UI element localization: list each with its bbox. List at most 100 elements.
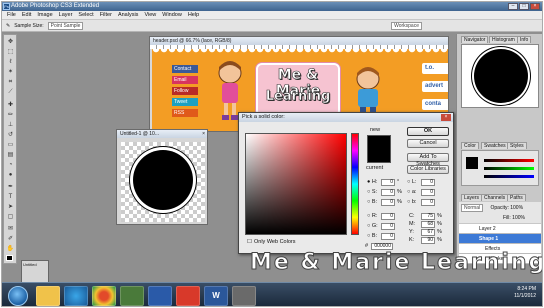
- magic-wand-tool-icon[interactable]: ✶: [6, 68, 15, 76]
- red-field[interactable]: 0: [381, 213, 395, 220]
- menu-analysis[interactable]: Analysis: [115, 12, 141, 18]
- slice-tool-icon[interactable]: ⟋: [6, 88, 15, 96]
- menu-select[interactable]: Select: [75, 12, 96, 18]
- type-tool-icon[interactable]: T: [6, 193, 15, 201]
- minimize-button[interactable]: –: [508, 3, 518, 10]
- maximize-button[interactable]: □: [519, 3, 529, 10]
- hue-slider[interactable]: [351, 133, 359, 235]
- blue-slider[interactable]: [484, 175, 534, 178]
- explorer-taskbar-icon[interactable]: [36, 286, 60, 306]
- untitled-titlebar[interactable]: Untitled-1 @ 10... ×: [117, 130, 207, 138]
- green-field[interactable]: 0: [381, 223, 395, 230]
- hex-field[interactable]: 000000: [371, 243, 393, 250]
- close-button[interactable]: ×: [530, 3, 540, 10]
- pen-tool-icon[interactable]: ✒: [6, 183, 15, 191]
- hand-tool-icon[interactable]: ✋: [6, 245, 15, 253]
- start-button[interactable]: [8, 286, 28, 306]
- foreground-color-swatch[interactable]: [6, 255, 13, 261]
- right-panels: Navigator Histogram Info Color Swatches …: [456, 34, 542, 264]
- tab-channels[interactable]: Channels: [481, 194, 509, 201]
- lasso-tool-icon[interactable]: ℓ: [6, 58, 15, 66]
- history-brush-tool-icon[interactable]: ↺: [6, 131, 15, 139]
- healing-brush-tool-icon[interactable]: ✚: [6, 101, 15, 109]
- marquee-tool-icon[interactable]: ⬚: [6, 48, 15, 56]
- notes-tool-icon[interactable]: ✉: [6, 225, 15, 233]
- menu-view[interactable]: View: [141, 12, 159, 18]
- path-selection-tool-icon[interactable]: ➤: [6, 203, 15, 211]
- tab-navigator[interactable]: Navigator: [461, 36, 489, 43]
- red-slider[interactable]: [484, 159, 534, 162]
- tab-color[interactable]: Color: [461, 142, 479, 149]
- cancel-button[interactable]: Cancel: [407, 139, 449, 148]
- black-field[interactable]: 90: [421, 237, 435, 244]
- magenta-field[interactable]: 68: [421, 221, 435, 228]
- dialog-close-icon[interactable]: ×: [441, 114, 451, 121]
- tab-histogram[interactable]: Histogram: [489, 36, 518, 43]
- yellow-field[interactable]: 67: [421, 229, 435, 236]
- green-slider[interactable]: [484, 167, 534, 170]
- lab-l-field[interactable]: 0: [421, 179, 435, 186]
- calculator-taskbar-icon[interactable]: [232, 286, 256, 306]
- menu-window[interactable]: Window: [159, 12, 185, 18]
- document-title[interactable]: header.psd @ 66.7% (lace, RGB/8): [150, 37, 448, 45]
- opacity-value[interactable]: 100%: [510, 205, 523, 211]
- menu-help[interactable]: Help: [185, 12, 202, 18]
- word-taskbar-icon[interactable]: W: [204, 286, 228, 306]
- layer-row[interactable]: Layer 2: [459, 224, 541, 234]
- color-panel-swatch[interactable]: [466, 157, 478, 169]
- tab-layers[interactable]: Layers: [461, 194, 483, 201]
- hue-field[interactable]: 0: [381, 179, 395, 186]
- sample-size-select[interactable]: Point Sample: [47, 21, 84, 30]
- nav-item-top: t.o.: [422, 63, 448, 74]
- eyedropper-tool-icon[interactable]: ✎: [6, 23, 10, 29]
- clone-stamp-tool-icon[interactable]: ⊥: [6, 121, 15, 129]
- menu-filter[interactable]: Filter: [97, 12, 115, 18]
- lab-a-field[interactable]: 0: [421, 189, 435, 196]
- add-to-swatches-button[interactable]: Add To Swatches: [407, 153, 449, 167]
- social-item-tweet: Tweet: [172, 98, 198, 106]
- menu-file[interactable]: File: [4, 12, 19, 18]
- fill-row: Fill: 100%: [459, 214, 541, 223]
- untitled-close-icon[interactable]: ×: [202, 130, 205, 138]
- tab-paths[interactable]: Paths: [507, 194, 526, 201]
- menu-edit[interactable]: Edit: [19, 12, 34, 18]
- blend-mode-select[interactable]: Normal: [461, 204, 484, 212]
- shape-tool-icon[interactable]: ▢: [6, 213, 15, 221]
- taskbar-clock[interactable]: 8:24 PM 11/1/2012: [514, 286, 536, 300]
- media-taskbar-icon[interactable]: [120, 286, 144, 306]
- fill-value[interactable]: 100%: [512, 215, 525, 221]
- gradient-tool-icon[interactable]: ▤: [6, 151, 15, 159]
- navigator-preview[interactable]: [461, 44, 539, 108]
- cyan-field[interactable]: 75: [421, 213, 435, 220]
- clock-time: 8:24 PM: [517, 286, 536, 292]
- blur-tool-icon[interactable]: ◔: [6, 161, 15, 169]
- menu-image[interactable]: Image: [34, 12, 55, 18]
- tab-swatches[interactable]: Swatches: [481, 142, 509, 149]
- color-libraries-button[interactable]: Color Libraries: [407, 165, 449, 174]
- tab-styles[interactable]: Styles: [507, 142, 527, 149]
- ok-button[interactable]: OK: [407, 127, 449, 136]
- only-web-colors-checkbox[interactable]: ☐: [247, 239, 252, 246]
- new-label: new: [370, 127, 381, 133]
- saturation-brightness-field[interactable]: [245, 133, 347, 235]
- chrome-taskbar-icon[interactable]: [92, 286, 116, 306]
- lab-b-field[interactable]: 0: [421, 199, 435, 206]
- photoshop-taskbar-icon[interactable]: [148, 286, 172, 306]
- minimized-document[interactable]: Untitled: [21, 260, 49, 284]
- transparent-canvas[interactable]: [121, 142, 205, 222]
- layer-row-selected[interactable]: Shape 1: [459, 234, 541, 244]
- acrobat-taskbar-icon[interactable]: [176, 286, 200, 306]
- ie-taskbar-icon[interactable]: [64, 286, 88, 306]
- brush-tool-icon[interactable]: ✏: [6, 111, 15, 119]
- menu-layer[interactable]: Layer: [56, 12, 76, 18]
- crop-tool-icon[interactable]: ⌗: [6, 78, 15, 86]
- eyedropper-icon[interactable]: ✐: [6, 235, 15, 243]
- tab-info[interactable]: Info: [517, 36, 532, 43]
- move-tool-icon[interactable]: ✥: [6, 38, 15, 46]
- workspace-button[interactable]: Workspace: [391, 21, 422, 30]
- eraser-tool-icon[interactable]: ▭: [6, 141, 15, 149]
- saturation-field[interactable]: 0: [381, 189, 395, 196]
- blue-field[interactable]: 0: [381, 233, 395, 240]
- brightness-field[interactable]: 0: [381, 199, 395, 206]
- dodge-tool-icon[interactable]: ●: [6, 171, 15, 179]
